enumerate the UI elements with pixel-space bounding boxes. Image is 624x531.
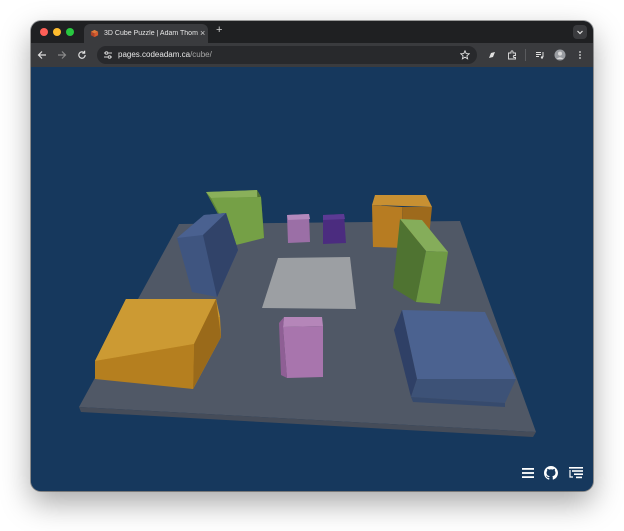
queue-music-icon (536, 52, 544, 59)
favicon-icon (90, 29, 99, 38)
block-pink-center[interactable] (279, 317, 323, 378)
menu-button[interactable] (519, 464, 537, 482)
tab-close-button[interactable]: × (200, 29, 205, 38)
maximize-window-button[interactable] (66, 28, 74, 36)
star-icon (460, 50, 470, 60)
new-tab-button[interactable]: + (216, 25, 222, 36)
extension-button[interactable] (485, 48, 499, 62)
profile-button[interactable] (553, 48, 567, 62)
game-viewport[interactable] (31, 67, 593, 491)
puzzle-piece-icon (508, 50, 516, 60)
extensions-menu-button[interactable] (505, 48, 519, 62)
block-pink-back[interactable] (287, 214, 310, 243)
tune-icon (104, 51, 112, 59)
url-text: pages.codeadam.ca/cube/ (118, 50, 212, 59)
hamburger-menu-icon (522, 468, 534, 478)
tab-active[interactable]: 3D Cube Puzzle | Adam Thom × (84, 24, 208, 43)
levels-button[interactable] (567, 464, 585, 482)
target-square[interactable] (262, 257, 356, 309)
level-list-icon (569, 467, 583, 479)
close-window-button[interactable] (40, 28, 48, 36)
chevron-down-icon (577, 30, 583, 35)
back-button[interactable] (35, 48, 49, 62)
browser-toolbar: pages.codeadam.ca/cube/ (31, 43, 593, 67)
media-controls-button[interactable] (533, 48, 547, 62)
address-bar[interactable]: pages.codeadam.ca/cube/ (97, 46, 477, 64)
toolbar-divider (525, 49, 526, 61)
browser-window: 3D Cube Puzzle | Adam Thom × + pages.cod… (31, 21, 593, 491)
site-info-button[interactable] (101, 48, 115, 62)
block-blue-front-right[interactable] (394, 310, 516, 407)
tab-search-button[interactable] (573, 25, 587, 39)
url-path: /cube/ (190, 50, 212, 59)
reload-button[interactable] (75, 48, 89, 62)
forward-button[interactable] (55, 48, 69, 62)
puzzle-scene[interactable] (31, 67, 593, 491)
url-host: pages.codeadam.ca (118, 50, 191, 59)
reload-icon (78, 50, 86, 59)
minimize-window-button[interactable] (53, 28, 61, 36)
tab-title: 3D Cube Puzzle | Adam Thom (104, 30, 198, 37)
more-vert-icon (579, 51, 581, 59)
block-purple-back[interactable] (323, 214, 346, 244)
window-controls (40, 28, 74, 36)
github-icon (544, 466, 558, 480)
browser-menu-button[interactable] (573, 48, 587, 62)
arrow-right-icon (58, 51, 67, 59)
bookmark-button[interactable] (458, 48, 472, 62)
avatar (554, 49, 566, 61)
github-button[interactable] (542, 464, 560, 482)
tab-bar: 3D Cube Puzzle | Adam Thom × + (31, 21, 593, 43)
extension-pin-icon (489, 52, 495, 58)
arrow-left-icon (37, 51, 46, 59)
